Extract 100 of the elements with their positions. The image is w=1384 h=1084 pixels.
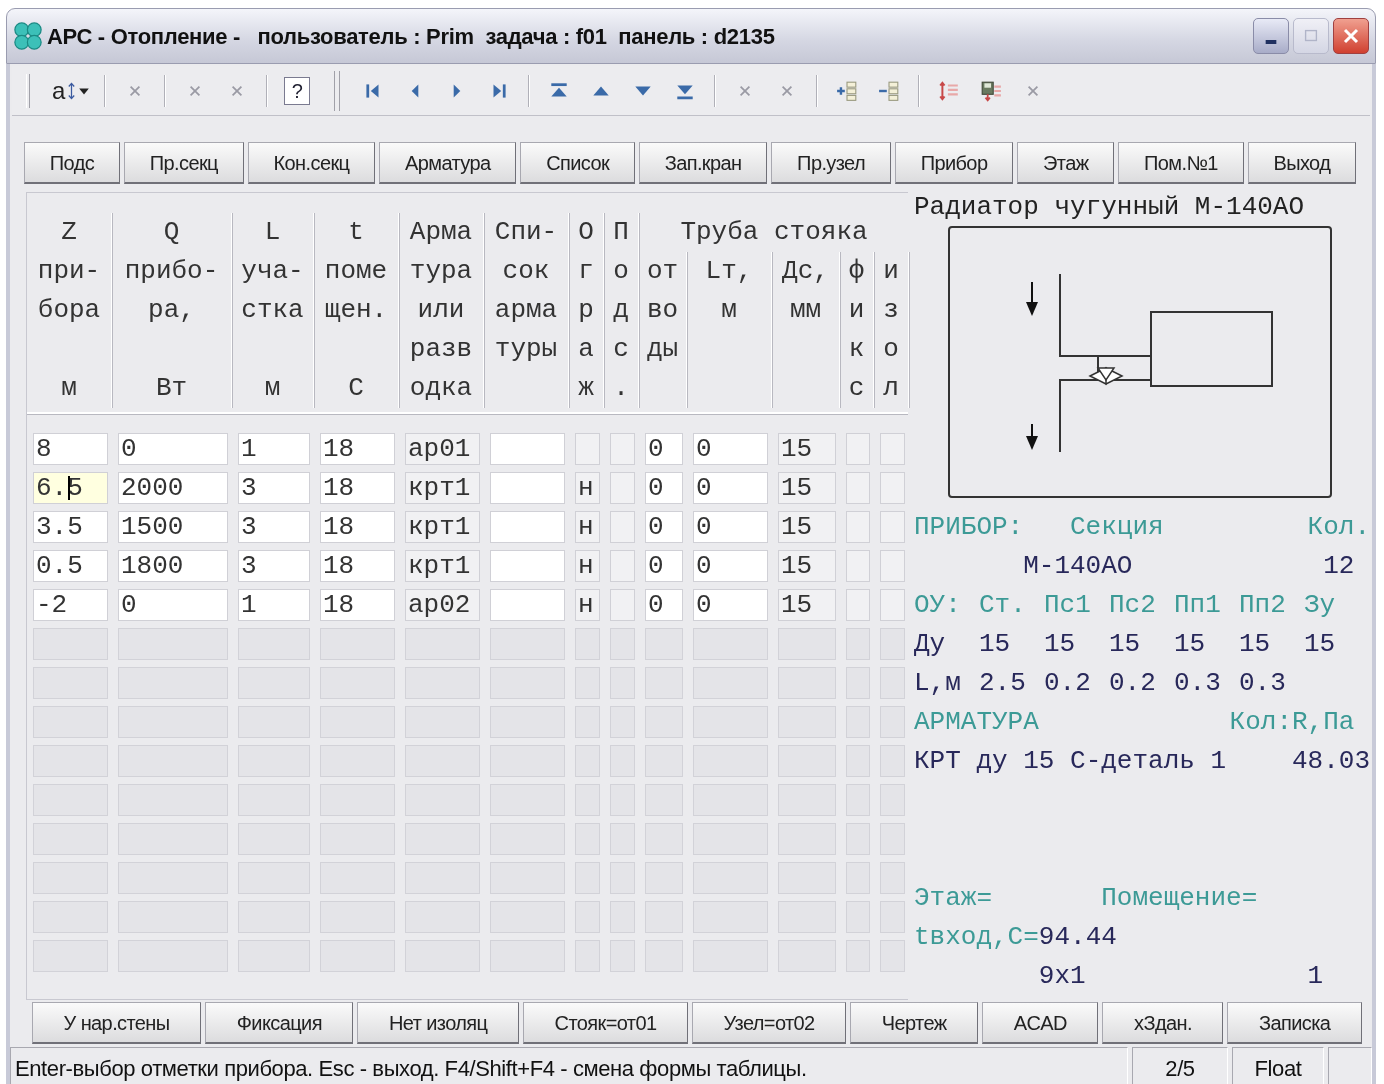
input-field[interactable] [490,823,565,855]
input-field[interactable] [33,784,108,816]
input-field[interactable] [645,706,683,738]
input-field[interactable]: 3 [238,511,310,543]
input-field[interactable] [238,706,310,738]
toolbar-button[interactable]: Узел=от02 [692,1002,847,1044]
input-field[interactable] [880,511,905,543]
input-field[interactable]: н [575,511,600,543]
input-field[interactable] [880,472,905,504]
input-field[interactable] [693,667,768,699]
input-field[interactable] [320,784,395,816]
input-field[interactable] [610,667,635,699]
input-field[interactable]: 15 [778,550,836,582]
close-button[interactable] [1333,18,1369,54]
remove-row-icon[interactable] [878,79,901,102]
input-field[interactable] [880,706,905,738]
input-field[interactable]: 15 [778,589,836,621]
input-field[interactable] [490,784,565,816]
input-field[interactable] [693,628,768,660]
input-field[interactable] [490,940,565,972]
input-field[interactable] [645,940,683,972]
input-field[interactable] [490,550,565,582]
input-field[interactable]: 2000 [118,472,228,504]
input-field[interactable] [693,940,768,972]
input-field[interactable] [118,823,228,855]
toolbar-button[interactable]: Пом.№1 [1118,142,1244,184]
input-field[interactable] [693,823,768,855]
input-field[interactable] [880,901,905,933]
input-field[interactable] [320,862,395,894]
input-field[interactable]: 15 [778,472,836,504]
input-field[interactable] [33,745,108,777]
input-field[interactable] [238,628,310,660]
input-field[interactable]: 1 [238,433,310,465]
input-field[interactable]: 0 [645,589,683,621]
toolbar-button[interactable]: Записка [1227,1002,1362,1044]
input-field[interactable] [693,745,768,777]
input-field[interactable]: 0 [645,511,683,543]
input-field[interactable] [490,511,565,543]
input-field[interactable] [610,628,635,660]
minimize-button[interactable] [1253,18,1289,54]
input-field[interactable] [118,706,228,738]
input-field[interactable] [846,628,870,660]
input-field[interactable] [880,940,905,972]
input-field[interactable] [778,706,836,738]
toolbar-button[interactable]: ACAD [982,1002,1099,1044]
input-field[interactable] [575,706,600,738]
input-field[interactable]: 18 [320,550,395,582]
input-field[interactable]: 3 [238,472,310,504]
input-field[interactable] [575,628,600,660]
input-field[interactable] [610,745,635,777]
input-field[interactable]: 1 [238,589,310,621]
input-field[interactable]: 1800 [118,550,228,582]
input-field[interactable] [118,901,228,933]
input-field[interactable] [33,628,108,660]
input-field[interactable] [320,745,395,777]
input-field[interactable] [846,472,870,504]
input-field[interactable]: 18 [320,589,395,621]
input-field[interactable]: крт1 [405,550,480,582]
input-field[interactable] [575,901,600,933]
input-field[interactable] [490,901,565,933]
toolbar-button[interactable]: Зап.кран [638,142,768,184]
input-field[interactable] [33,667,108,699]
input-field[interactable] [610,706,635,738]
input-field[interactable]: 15 [778,433,836,465]
input-field[interactable] [490,472,565,504]
input-field[interactable] [320,940,395,972]
input-field[interactable] [33,901,108,933]
input-field[interactable] [880,823,905,855]
input-field[interactable] [118,940,228,972]
input-field[interactable] [320,667,395,699]
input-field[interactable] [610,823,635,855]
input-field[interactable]: крт1 [405,472,480,504]
input-field[interactable] [846,589,870,621]
input-field[interactable] [405,901,480,933]
input-field[interactable] [405,862,480,894]
input-field[interactable]: н [575,472,600,504]
toolbar-button[interactable]: Подс [24,142,120,184]
input-field[interactable] [320,823,395,855]
input-field[interactable] [880,784,905,816]
input-field[interactable]: 0 [693,550,768,582]
input-field[interactable] [846,823,870,855]
input-field[interactable] [575,940,600,972]
toolbar-button[interactable]: Выход [1247,142,1357,184]
input-field[interactable] [490,745,565,777]
input-field[interactable] [645,667,683,699]
toolbar-button[interactable]: Стояк=от01 [523,1002,688,1044]
input-field[interactable] [778,823,836,855]
input-field[interactable] [645,628,683,660]
toolbar-button[interactable]: Этаж [1017,142,1115,184]
input-field[interactable] [880,862,905,894]
input-field[interactable] [575,433,600,465]
input-field[interactable] [490,628,565,660]
input-field[interactable] [778,628,836,660]
input-field[interactable] [880,667,905,699]
sort-button[interactable]: a [46,72,97,109]
input-field[interactable] [405,667,480,699]
toolbar-button[interactable]: Фиксация [205,1002,354,1044]
input-field[interactable] [33,862,108,894]
input-field[interactable]: 0 [645,472,683,504]
input-field[interactable] [846,511,870,543]
